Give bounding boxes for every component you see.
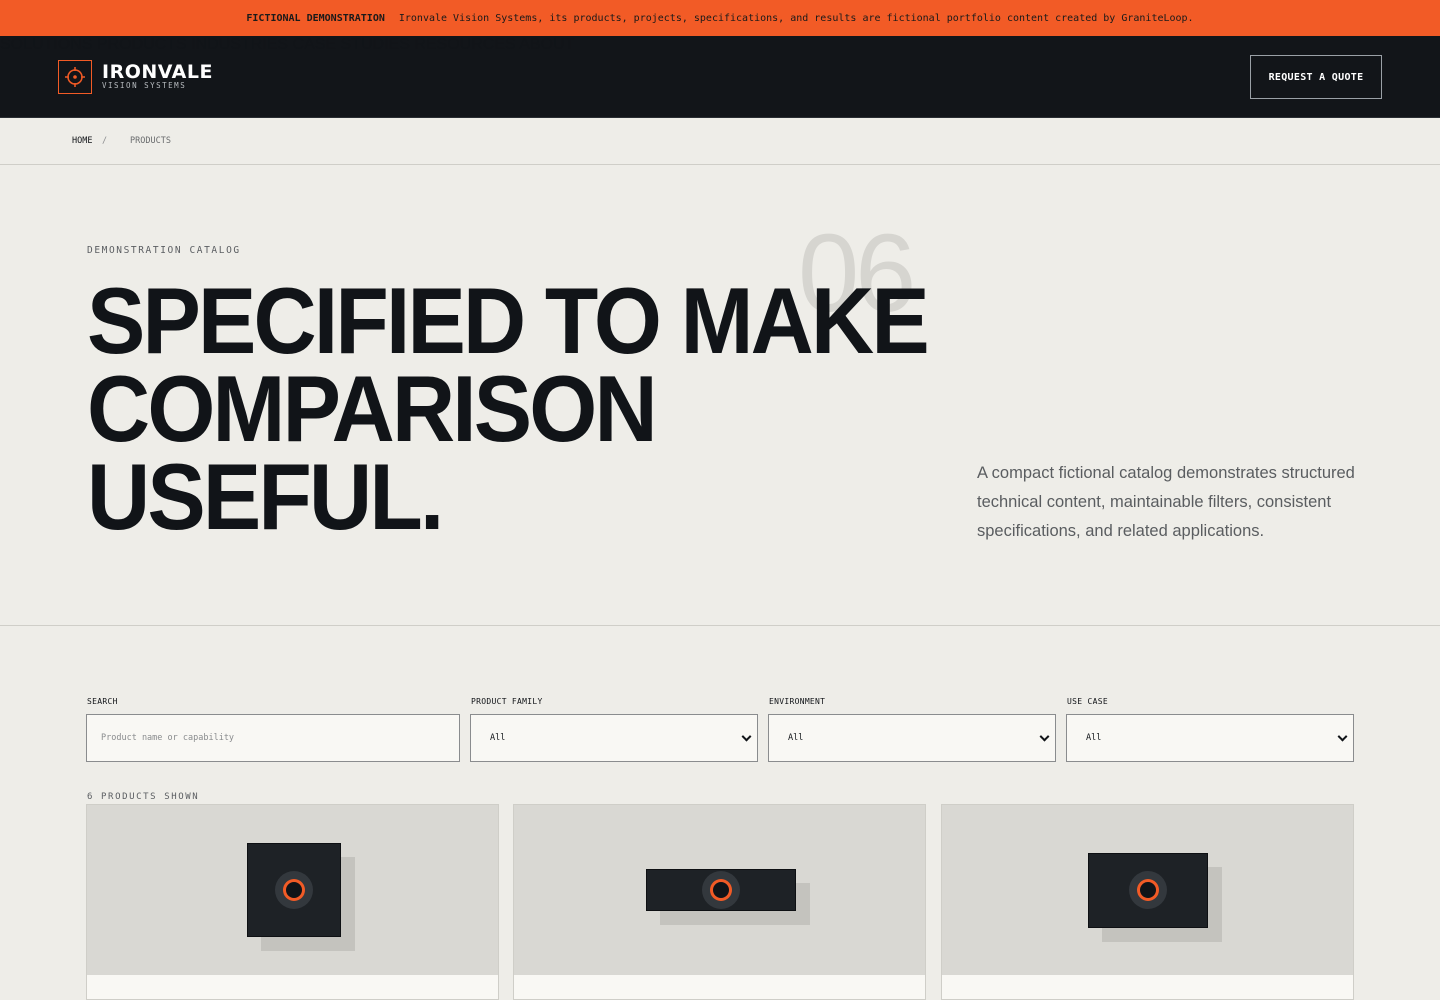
breadcrumb-current: PRODUCTS [130,136,171,146]
hero-section: DEMONSTRATION CATALOG 06 SPECIFIED TO MA… [0,165,1440,626]
crosshair-icon [65,67,85,87]
product-card[interactable] [86,804,499,1000]
environment-label: ENVIRONMENT [769,697,826,706]
headline-line-3: USEFUL. [87,444,444,549]
product-family-value: All [490,733,506,743]
product-image [514,805,925,975]
nav-about[interactable]: ABOUT [519,36,574,53]
use-case-select[interactable]: All [1066,714,1354,762]
chevron-down-icon [741,731,752,742]
lens-icon [702,871,740,909]
nav-industries[interactable]: INDUSTRIES [191,36,288,53]
camera-body [646,869,796,911]
camera-body [247,843,341,937]
use-case-value: All [1086,733,1102,743]
hero-description: A compact fictional catalog demonstrates… [977,464,1355,540]
product-image [87,805,498,975]
search-input[interactable]: Product name or capability [86,714,460,762]
nav-resources[interactable]: RESOURCES [414,36,515,53]
banner-tag: FICTIONAL DEMONSTRATION [246,12,385,24]
headline-line-2: COMPARISON [87,356,658,461]
banner-text: Ironvale Vision Systems, its products, p… [398,12,1194,24]
lens-icon [1129,871,1167,909]
lens-icon [275,871,313,909]
product-card[interactable] [941,804,1354,1000]
product-family-label: PRODUCT FAMILY [471,697,543,706]
search-placeholder: Product name or capability [101,733,235,743]
hero-eyebrow: DEMONSTRATION CATALOG [87,245,241,256]
breadcrumb-home[interactable]: HOME [72,136,92,146]
breadcrumb: HOME / PRODUCTS [0,118,1440,165]
site-header: IRONVALE VISION SYSTEMS SOLUTIONS PRODUC… [0,36,1440,118]
request-quote-button[interactable]: REQUEST A QUOTE [1250,55,1382,99]
nav-case-studies[interactable]: CASE STUDIES [293,36,410,53]
brand-tagline: VISION SYSTEMS [102,81,187,90]
product-family-select[interactable]: All [470,714,758,762]
main-nav: SOLUTIONS PRODUCTS INDUSTRIES CASE STUDI… [0,36,1440,54]
brand-name[interactable]: IRONVALE [102,61,213,83]
nav-products[interactable]: PRODUCTS [97,36,187,53]
chevron-down-icon [1337,731,1348,742]
headline-line-1: SPECIFIED TO MAKE [87,268,930,373]
product-image [942,805,1353,975]
breadcrumb-separator: / [102,136,108,146]
fictional-notice-banner: FICTIONAL DEMONSTRATION Ironvale Vision … [0,0,1440,36]
use-case-label: USE CASE [1067,697,1108,706]
logo-mark[interactable] [58,60,92,94]
product-card[interactable] [513,804,926,1000]
environment-value: All [788,733,804,743]
environment-select[interactable]: All [768,714,1056,762]
results-count: 6 PRODUCTS SHOWN [87,792,200,802]
camera-body [1088,853,1208,928]
search-label: SEARCH [87,697,118,706]
chevron-down-icon [1039,731,1050,742]
nav-solutions[interactable]: SOLUTIONS [0,36,92,53]
page-title: SPECIFIED TO MAKE COMPARISON USEFUL. [87,268,930,549]
